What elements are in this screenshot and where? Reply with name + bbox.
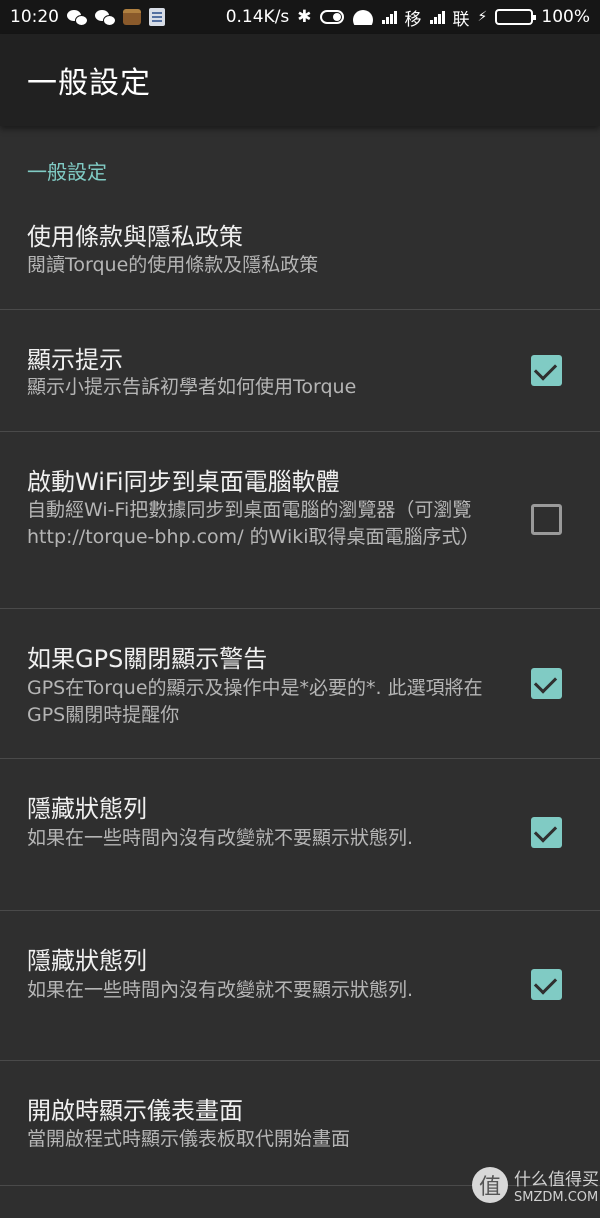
- carrier-label: 联: [452, 9, 470, 30]
- pref-title: 使用條款與隱私政策: [27, 223, 243, 251]
- pref-title: 如果GPS關閉顯示警告: [27, 645, 268, 673]
- pref-title: 隱藏狀態列: [27, 795, 147, 823]
- pref-hide-statusbar[interactable]: 隱藏狀態列 如果在一些時間內沒有改變就不要顯示狀態列.: [0, 759, 600, 911]
- app-icon: [123, 9, 141, 25]
- status-bar: 10:20 0.14K/s ✱ 移 联 ⚡ 100%: [0, 0, 600, 34]
- pref-title: 顯示提示: [27, 346, 123, 374]
- watermark-logo: 值: [472, 1167, 508, 1203]
- app-icon: [149, 8, 165, 26]
- wechat-icon: [95, 9, 116, 26]
- pref-summary: 顯示小提示告訴初學者如何使用Torque: [27, 376, 357, 398]
- status-time: 10:20: [10, 7, 59, 27]
- checkbox-checked[interactable]: [531, 969, 562, 1000]
- pref-wifi-sync[interactable]: 啟動WiFi同步到桌面電腦軟體 自動經Wi-Fi把數據同步到桌面電腦的瀏覽器（可…: [0, 432, 600, 609]
- pref-show-tips[interactable]: 顯示提示 顯示小提示告訴初學者如何使用Torque: [0, 310, 600, 432]
- pref-gps-warning[interactable]: 如果GPS關閉顯示警告 GPS在Torque的顯示及操作中是*必要的*. 此選項…: [0, 609, 600, 759]
- pref-summary: 自動經Wi-Fi把數據同步到桌面電腦的瀏覽器（可瀏覽http://torque-…: [27, 499, 480, 548]
- category-header: 一般設定: [27, 160, 107, 184]
- pref-summary: GPS在Torque的顯示及操作中是*必要的*. 此選項將在GPS關閉時提醒你: [27, 677, 483, 726]
- battery-percent: 100%: [541, 7, 590, 27]
- pref-title: 開啟時顯示儀表畫面: [27, 1097, 243, 1125]
- bluetooth-icon: ✱: [297, 7, 312, 27]
- app-bar: 一般設定: [0, 34, 600, 126]
- battery-icon: [495, 9, 537, 25]
- pref-hide-statusbar-2[interactable]: 隱藏狀態列 如果在一些時間內沒有改變就不要顯示狀態列.: [0, 911, 600, 1061]
- watermark-text: 什么值得买: [514, 1170, 599, 1190]
- checkbox-checked[interactable]: [531, 668, 562, 699]
- toggle-icon: [319, 10, 344, 24]
- signal-icon: [381, 10, 397, 24]
- pref-terms-privacy[interactable]: 使用條款與隱私政策 閱讀Torque的使用條款及隱私政策: [0, 200, 600, 310]
- checkbox-checked[interactable]: [531, 355, 562, 386]
- pref-summary: 當開啟程式時顯示儀表板取代開始畫面: [27, 1128, 351, 1150]
- wifi-icon: [352, 9, 374, 25]
- watermark-subtext: SMZDM.COM: [514, 1190, 599, 1205]
- carrier-label: 移: [404, 9, 422, 30]
- pref-summary: 如果在一些時間內沒有改變就不要顯示狀態列.: [27, 827, 414, 849]
- watermark: 值 什么值得买 SMZDM.COM: [472, 1165, 599, 1205]
- pref-title: 隱藏狀態列: [27, 947, 147, 975]
- page-title: 一般設定: [27, 66, 151, 101]
- network-speed: 0.14K/s: [225, 7, 290, 27]
- pref-summary: 如果在一些時間內沒有改變就不要顯示狀態列.: [27, 979, 414, 1001]
- pref-title: 啟動WiFi同步到桌面電腦軟體: [27, 468, 340, 496]
- checkbox-unchecked[interactable]: [531, 504, 562, 535]
- charging-icon: ⚡: [477, 9, 488, 25]
- checkbox-checked[interactable]: [531, 817, 562, 848]
- signal-icon: [429, 10, 445, 24]
- pref-summary: 閱讀Torque的使用條款及隱私政策: [27, 254, 319, 276]
- wechat-icon: [67, 9, 88, 26]
